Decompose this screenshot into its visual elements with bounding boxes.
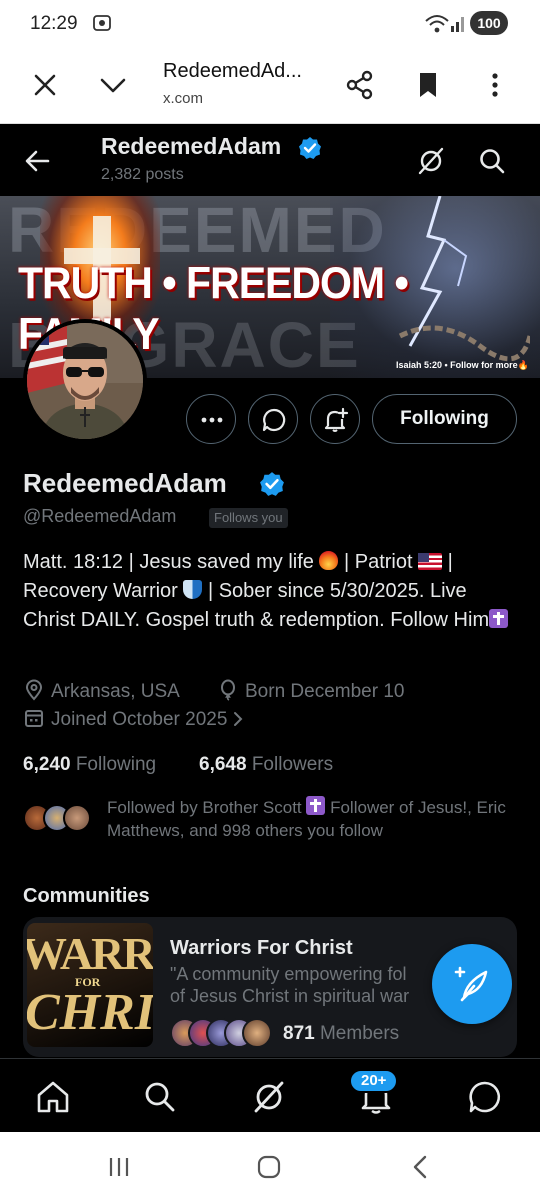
followed-by-avatars xyxy=(23,804,93,836)
notifications-toggle-button[interactable] xyxy=(310,394,360,444)
balloon-icon xyxy=(221,679,235,701)
birthday-text: Born December 10 xyxy=(245,681,405,702)
battery-indicator: 100 xyxy=(470,11,508,35)
chevron-down-icon[interactable] xyxy=(98,70,128,100)
cross-emoji-icon xyxy=(489,609,509,628)
community-description-line: "A community empowering fol xyxy=(170,964,407,984)
messages-icon[interactable] xyxy=(467,1079,503,1115)
community-image-text: WARRIOR xyxy=(27,928,153,979)
following-count: 6,240 xyxy=(23,754,71,775)
browser-page-title: RedeemedAd... xyxy=(163,60,302,82)
shield-emoji-icon xyxy=(183,580,203,599)
community-name: Warriors For Christ xyxy=(170,937,353,959)
joined-date[interactable]: Joined October 2025 xyxy=(23,707,251,733)
bottom-tab-bar: 20+ xyxy=(0,1058,540,1132)
back-button-icon[interactable] xyxy=(408,1154,434,1180)
browser-toolbar: RedeemedAd... x.com xyxy=(0,48,540,124)
chevron-right-icon xyxy=(234,712,243,726)
bell-plus-icon xyxy=(324,407,349,432)
status-time: 12:29 xyxy=(30,13,78,34)
bio: Matt. 18:12 | Jesus saved my life | Patr… xyxy=(23,548,523,635)
followers-label: Followers xyxy=(251,754,334,775)
followed-by-text: Followed by Brother Scott Follower of Je… xyxy=(107,796,527,842)
wifi-icon xyxy=(425,15,449,33)
verified-badge-icon xyxy=(299,137,321,159)
avatar[interactable] xyxy=(23,319,147,443)
status-bar: 12:29 100 xyxy=(0,0,540,48)
bio-text: Matt. 18:12 | Jesus saved my life xyxy=(23,551,320,573)
system-navigation-bar xyxy=(0,1132,540,1200)
message-button[interactable] xyxy=(248,394,298,444)
cross-emoji-icon xyxy=(306,796,326,815)
location-text: Arkansas, USA xyxy=(51,681,180,702)
back-arrow-icon[interactable] xyxy=(22,146,52,176)
home-icon[interactable] xyxy=(35,1079,71,1115)
search-icon[interactable] xyxy=(142,1079,178,1115)
community-members: 871 Members xyxy=(283,1023,399,1045)
joined-text: Joined October 2025 xyxy=(51,709,228,730)
community-image: WARRIOR FOR CHRIST xyxy=(27,923,153,1047)
verified-badge-icon[interactable] xyxy=(259,471,285,497)
search-icon[interactable] xyxy=(477,146,507,176)
followed-by-text-start: Followed by Brother Scott xyxy=(107,798,307,817)
following-label: Following xyxy=(75,754,157,775)
banner-verse: Isaiah 5:20 • Follow for more🔥 xyxy=(396,360,529,370)
compose-post-button[interactable] xyxy=(432,944,512,1024)
following-button[interactable]: Following xyxy=(372,394,517,444)
fire-emoji-icon xyxy=(319,551,339,570)
recent-apps-icon[interactable] xyxy=(106,1154,132,1180)
more-horiz-icon xyxy=(201,417,223,423)
followers-count: 6,648 xyxy=(199,754,247,775)
bookmark-icon[interactable] xyxy=(413,70,443,100)
avatar xyxy=(63,804,91,832)
us-flag-emoji-icon xyxy=(418,553,443,570)
community-member-avatars xyxy=(170,1018,280,1048)
screen-record-icon xyxy=(93,15,111,31)
display-name: RedeemedAdam xyxy=(23,468,227,498)
following-count-link[interactable]: 6,240 Following xyxy=(23,754,156,776)
header-name: RedeemedAdam xyxy=(101,133,282,159)
share-icon[interactable] xyxy=(345,70,375,100)
community-description-line: of Jesus Christ in spiritual war xyxy=(170,986,410,1006)
bio-text: | Patriot xyxy=(338,551,419,573)
more-vert-icon[interactable] xyxy=(480,70,510,100)
followers-count-link[interactable]: 6,648 Followers xyxy=(199,754,333,776)
location-pin-icon xyxy=(25,679,43,701)
location: Arkansas, USA xyxy=(23,679,180,705)
followed-by[interactable]: Followed by Brother Scott Follower of Je… xyxy=(23,796,523,844)
community-members-label: Members xyxy=(319,1023,400,1044)
profile-header: RedeemedAdam 2,382 posts xyxy=(0,124,540,196)
communities-heading: Communities xyxy=(23,885,150,907)
compose-feather-icon xyxy=(454,966,488,1002)
message-bubble-icon xyxy=(262,408,286,432)
avatar xyxy=(242,1018,272,1048)
calendar-icon xyxy=(25,710,43,727)
post-count: 2,382 posts xyxy=(101,166,184,183)
notifications-badge: 20+ xyxy=(349,1069,399,1093)
user-handle: @RedeemedAdam xyxy=(23,506,177,526)
close-icon[interactable] xyxy=(30,70,60,100)
signal-icon xyxy=(451,17,464,32)
birthday: Born December 10 xyxy=(217,679,404,705)
home-button-icon[interactable] xyxy=(256,1154,282,1180)
community-image-text: CHRIST xyxy=(27,984,153,1041)
community-members-count: 871 xyxy=(283,1023,315,1044)
grok-icon[interactable] xyxy=(416,146,446,176)
follows-you-badge: Follows you xyxy=(209,508,288,528)
browser-url: x.com xyxy=(163,90,204,107)
more-options-button[interactable] xyxy=(186,394,236,444)
community-description: "A community empowering fol of Jesus Chri… xyxy=(170,963,460,1007)
grok-icon[interactable] xyxy=(251,1079,287,1115)
